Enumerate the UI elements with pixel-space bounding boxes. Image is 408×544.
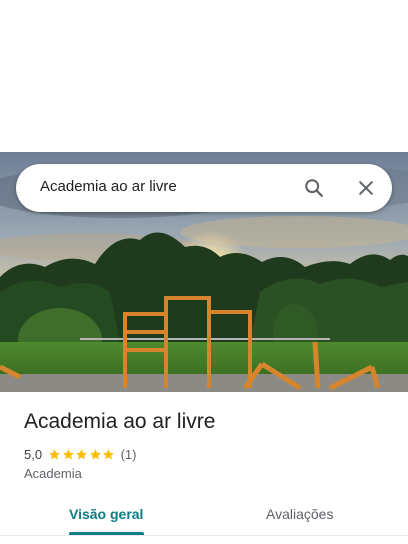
place-info-panel: Academia ao ar livre 5,0 (1) Academia Vi…: [0, 392, 408, 544]
tab-reviews[interactable]: Avaliações: [266, 506, 333, 536]
rating-value: 5,0: [24, 446, 43, 462]
star-icon: [62, 448, 74, 459]
place-category[interactable]: Academia: [24, 466, 82, 481]
place-title: Academia ao ar livre: [24, 410, 216, 433]
review-count[interactable]: (1): [121, 447, 137, 462]
tab-bar: Visão geral Avaliações: [0, 500, 408, 536]
search-bar[interactable]: Academia ao ar livre: [16, 164, 392, 212]
map-area-blank: [0, 0, 408, 152]
star-icon: [76, 448, 87, 459]
star-icon: [49, 448, 60, 459]
search-input[interactable]: Academia ao ar livre: [40, 178, 177, 195]
star-icon: [89, 448, 101, 459]
star-rating: [48, 448, 116, 461]
star-icon: [103, 448, 114, 459]
tabs-divider: [0, 535, 408, 536]
close-icon[interactable]: [354, 176, 378, 200]
rating-row[interactable]: 5,0 (1): [24, 445, 136, 463]
search-icon[interactable]: [302, 176, 326, 200]
